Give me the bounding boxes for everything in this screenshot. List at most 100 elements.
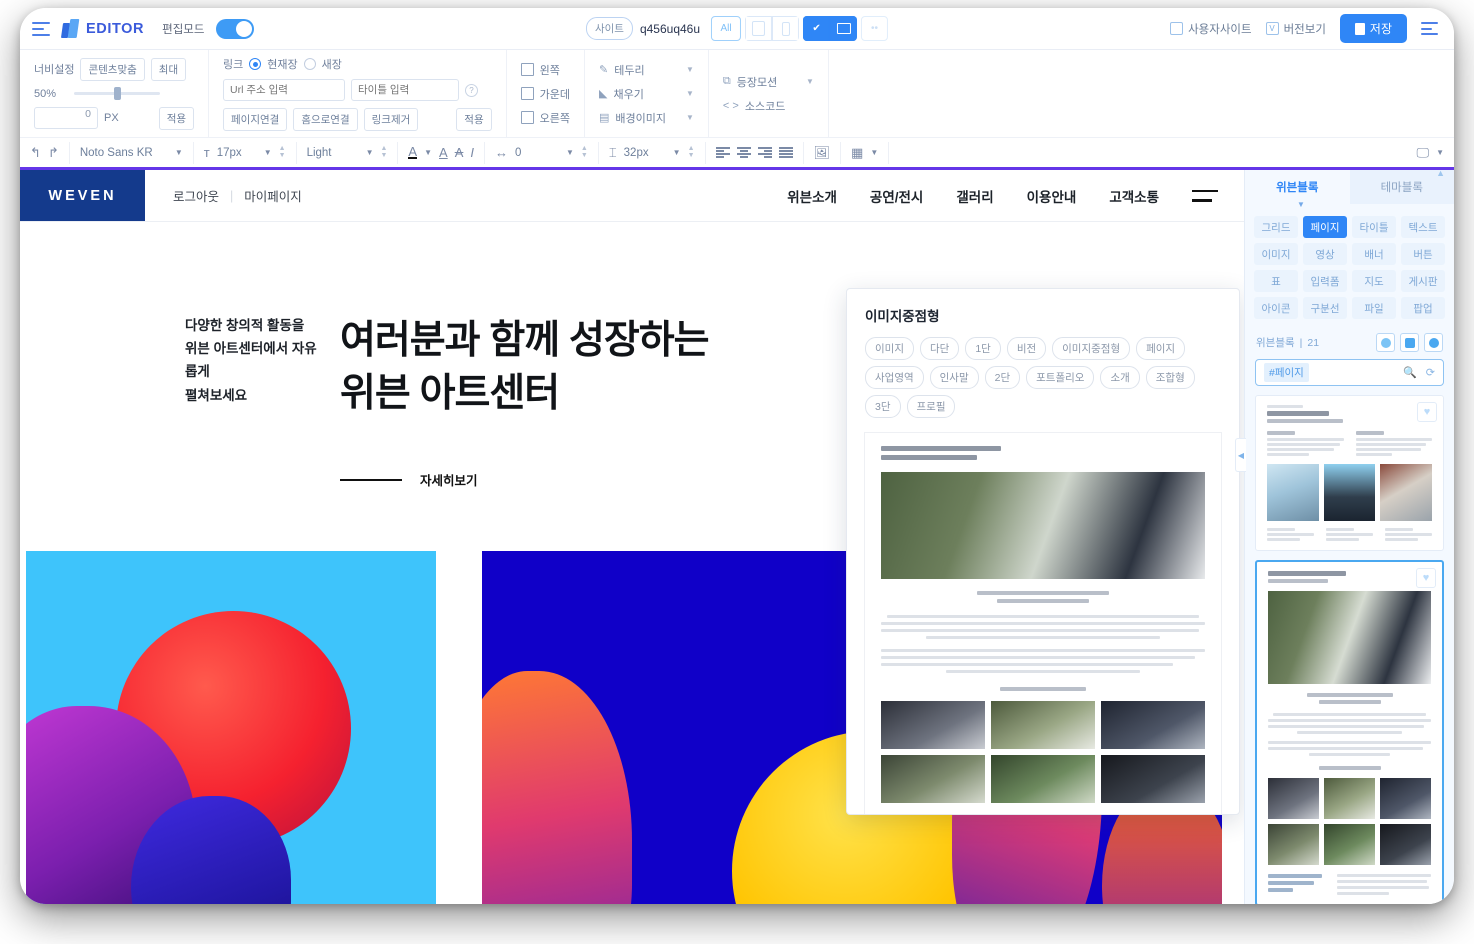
width-slider-knob[interactable]: [114, 87, 122, 100]
insert-image-icon[interactable]: 🖼: [814, 145, 831, 161]
search-icon[interactable]: 🔍: [1403, 366, 1417, 379]
site-menu-icon[interactable]: [1192, 189, 1218, 202]
nav-item-gallery[interactable]: 갤러리: [956, 186, 993, 206]
align-text-left-icon[interactable]: [715, 147, 730, 158]
tab-chevron-down-icon[interactable]: ▼: [1297, 200, 1305, 209]
popup-tag[interactable]: 1단: [965, 337, 1001, 360]
category-popup[interactable]: 팝업: [1401, 297, 1445, 319]
underline-icon[interactable]: A: [439, 145, 448, 160]
popup-tag[interactable]: 페이지: [1136, 337, 1186, 360]
font-size-select[interactable]: 17px: [217, 147, 257, 159]
insert-table-icon[interactable]: ▦: [851, 145, 863, 161]
refresh-search-icon[interactable]: ⟳: [1426, 366, 1435, 379]
help-icon[interactable]: ?: [465, 83, 479, 97]
popup-tag[interactable]: 2단: [984, 366, 1021, 389]
tab-weven-block[interactable]: 위븐블록: [1245, 170, 1350, 204]
device-desktop-icon[interactable]: [830, 16, 858, 41]
font-size-stepper[interactable]: ▲ ▼: [279, 145, 286, 159]
favorite-heart-icon[interactable]: ♥: [1416, 568, 1436, 588]
site-brand[interactable]: WEVEN: [20, 170, 145, 221]
category-banner[interactable]: 배너: [1352, 243, 1396, 265]
version-view-button[interactable]: V 버전보기: [1265, 21, 1326, 37]
mypage-link[interactable]: 마이페이지: [244, 186, 302, 205]
favorite-icon[interactable]: [1400, 333, 1419, 352]
strikethrough-icon[interactable]: A: [455, 145, 464, 160]
line-height-value[interactable]: 32px: [624, 147, 666, 159]
category-page[interactable]: 페이지: [1303, 216, 1347, 238]
align-right-button[interactable]: 오른쪽: [520, 110, 570, 126]
site-canvas[interactable]: WEVEN 로그아웃 | 마이페이지 위븐소개 공연/전시 갤러리 이용안내 고…: [20, 170, 1244, 904]
redo-icon[interactable]: ↱: [48, 145, 59, 161]
save-button[interactable]: 저장: [1339, 14, 1407, 43]
page-link-button[interactable]: 페이지연결: [223, 108, 288, 131]
popup-tag[interactable]: 사업영역: [865, 366, 924, 389]
fill-chevron-down-icon[interactable]: ▼: [672, 89, 694, 98]
table-chevron-down-icon[interactable]: ▼: [870, 148, 878, 157]
popup-tag[interactable]: 이미지중점형: [1052, 337, 1131, 360]
width-apply-button[interactable]: 적용: [158, 106, 195, 130]
block-preview-popup[interactable]: 이미지중점형 이미지 다단 1단 비전 이미지중점형 페이지 사업영역 인사말 …: [846, 288, 1240, 815]
hamburger-icon[interactable]: [32, 21, 50, 36]
line-height-chevron-down-icon[interactable]: ▼: [673, 148, 681, 157]
border-chevron-down-icon[interactable]: ▼: [672, 65, 694, 74]
nav-item-community[interactable]: 고객소통: [1109, 186, 1159, 206]
block-thumbnail-list[interactable]: ▲ ♥ ♥: [1245, 168, 1454, 904]
line-height-stepper[interactable]: ▲ ▼: [688, 145, 695, 159]
link-title-input[interactable]: [351, 79, 460, 101]
category-video[interactable]: 영상: [1303, 243, 1347, 265]
popup-tag[interactable]: 소개: [1100, 366, 1140, 389]
width-slider[interactable]: [74, 87, 160, 100]
user-site-button[interactable]: 사용자사이트: [1170, 21, 1252, 37]
popup-tag[interactable]: 프로필: [906, 395, 956, 418]
fill-button[interactable]: ◣ 채우기 ▼: [599, 86, 694, 102]
comment-icon[interactable]: ••: [861, 16, 889, 41]
search-tag-chip[interactable]: #페이지: [1264, 363, 1309, 382]
hero-title[interactable]: 여러분과 함께 성장하는 위븐 아트센터: [340, 314, 709, 420]
popup-tag[interactable]: 조합형: [1145, 366, 1195, 389]
category-board[interactable]: 게시판: [1401, 270, 1445, 292]
source-code-button[interactable]: < > 소스코드: [723, 98, 814, 114]
thumbnail-architecture[interactable]: ♥: [1255, 395, 1444, 551]
width-value-input[interactable]: 0: [34, 107, 98, 129]
popup-tag[interactable]: 3단: [865, 395, 901, 418]
sidebar-collapse-button[interactable]: ◀: [1235, 438, 1246, 472]
popup-tag[interactable]: 인사말: [929, 366, 979, 389]
font-family-chevron-down-icon[interactable]: ▼: [175, 148, 183, 157]
text-color-chevron-down-icon[interactable]: ▼: [424, 148, 432, 157]
logout-link[interactable]: 로그아웃: [173, 186, 219, 205]
text-color-icon[interactable]: A: [408, 145, 418, 159]
thumbnail-wedding[interactable]: ♥: [1255, 560, 1444, 904]
font-weight-chevron-down-icon[interactable]: ▼: [366, 148, 374, 157]
popup-tag[interactable]: 다단: [919, 337, 960, 360]
category-grid[interactable]: 그리드: [1254, 216, 1298, 238]
device-tablet-icon[interactable]: [745, 16, 773, 41]
hero-subtitle[interactable]: 다양한 창의적 활동을 위븐 아트센터에서 자유롭게 펼쳐보세요: [20, 314, 320, 489]
letter-spacing-value[interactable]: 0: [515, 147, 559, 159]
popup-tag[interactable]: 이미지: [865, 337, 914, 360]
nav-item-intro[interactable]: 위븐소개: [787, 186, 837, 206]
nav-item-performance[interactable]: 공연/전시: [870, 186, 923, 206]
fit-content-button[interactable]: 콘텐츠맞춤: [80, 57, 145, 81]
bg-image-chevron-down-icon[interactable]: ▼: [672, 113, 694, 122]
popup-tag[interactable]: 포트폴리오: [1026, 366, 1095, 389]
undo-icon[interactable]: ↰: [30, 145, 41, 161]
italic-icon[interactable]: I: [470, 145, 474, 160]
favorite-heart-icon[interactable]: ♥: [1417, 402, 1437, 422]
edit-mode-toggle[interactable]: [216, 18, 255, 39]
recent-icon[interactable]: [1376, 333, 1395, 352]
letter-spacing-chevron-down-icon[interactable]: ▼: [566, 148, 574, 157]
popup-block-preview[interactable]: [864, 432, 1222, 814]
font-family-select[interactable]: Noto Sans KR: [80, 147, 168, 159]
motion-chevron-down-icon[interactable]: ▼: [792, 77, 814, 86]
link-new-radio[interactable]: [303, 58, 316, 70]
category-map[interactable]: 지도: [1352, 270, 1396, 292]
link-apply-button[interactable]: 적용: [456, 108, 492, 131]
right-panel-toggle-icon[interactable]: [1421, 22, 1438, 35]
category-form[interactable]: 입력폼: [1303, 270, 1347, 292]
border-button[interactable]: ✎ 테두리 ▼: [599, 62, 694, 78]
remove-link-button[interactable]: 링크제거: [363, 108, 419, 131]
hero-more-button[interactable]: 자세히보기: [340, 470, 708, 489]
mobile-view-icon[interactable]: 🖵: [1417, 145, 1430, 161]
category-title[interactable]: 타이틀: [1352, 216, 1396, 238]
font-weight-stepper[interactable]: ▲ ▼: [380, 145, 387, 159]
